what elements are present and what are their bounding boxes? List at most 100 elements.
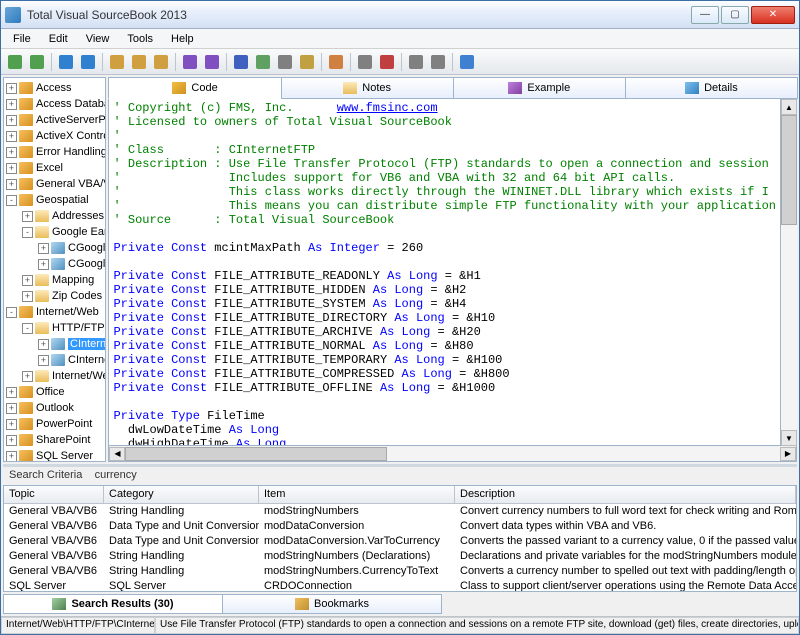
tree-node-internet-web[interactable]: -Internet/Web — [6, 304, 103, 320]
tree-expand-button[interactable]: - — [6, 307, 17, 318]
titlebar[interactable]: Total Visual SourceBook 2013 — ▢ ✕ — [1, 1, 799, 29]
menu-view[interactable]: View — [78, 31, 118, 47]
tree-node-access-databases[interactable]: +Access Databases — [6, 96, 103, 112]
menu-file[interactable]: File — [5, 31, 39, 47]
toolbar-plus-button[interactable] — [56, 52, 76, 72]
toolbar-edit-button[interactable] — [355, 52, 375, 72]
toolbar-delete-button[interactable] — [377, 52, 397, 72]
tree-expand-button[interactable]: + — [6, 99, 17, 110]
toolbar-export1-button[interactable] — [180, 52, 200, 72]
column-header-category[interactable]: Category — [104, 486, 259, 503]
tree-node-access[interactable]: +Access — [6, 80, 103, 96]
tree-node-excel[interactable]: +Excel — [6, 160, 103, 176]
tree-expand-button[interactable]: + — [22, 275, 33, 286]
toolbar-print-button[interactable] — [275, 52, 295, 72]
scroll-right-button[interactable]: ▶ — [780, 447, 796, 461]
horizontal-scrollbar[interactable]: ◀ ▶ — [108, 446, 797, 462]
toolbar-copy2-button[interactable] — [129, 52, 149, 72]
toolbar-new-button[interactable] — [253, 52, 273, 72]
tree-expand-button[interactable]: + — [6, 435, 17, 446]
scroll-track[interactable] — [781, 115, 797, 430]
column-header-topic[interactable]: Topic — [4, 486, 104, 503]
tree-expand-button[interactable]: - — [22, 227, 33, 238]
tab-details[interactable]: Details — [625, 77, 798, 99]
scroll-left-button[interactable]: ◀ — [109, 447, 125, 461]
tree-expand-button[interactable]: + — [22, 211, 33, 222]
toolbar-forward-button[interactable] — [27, 52, 47, 72]
scroll-down-button[interactable]: ▼ — [781, 430, 797, 446]
tree-node-activeserverpages[interactable]: +ActiveServerPages — [6, 112, 103, 128]
minimize-button[interactable]: — — [691, 6, 719, 24]
toolbar-copy1-button[interactable] — [107, 52, 127, 72]
tree-node-office[interactable]: +Office — [6, 384, 103, 400]
hscroll-thumb[interactable] — [125, 447, 387, 461]
toolbar-export2-button[interactable] — [202, 52, 222, 72]
tree-node-outlook[interactable]: +Outlook — [6, 400, 103, 416]
tree-expand-button[interactable]: + — [38, 339, 49, 350]
menu-tools[interactable]: Tools — [119, 31, 161, 47]
vertical-scrollbar[interactable]: ▲ ▼ — [781, 99, 797, 446]
toolbar-copy3-button[interactable] — [151, 52, 171, 72]
table-row[interactable]: General VBA/VB6String HandlingmodStringN… — [4, 504, 796, 519]
table-row[interactable]: General VBA/VB6String HandlingmodStringN… — [4, 564, 796, 579]
tree-expand-button[interactable]: + — [6, 147, 17, 158]
tree-node-addresses-and-distances[interactable]: +Addresses and Distances — [6, 208, 103, 224]
tree-expand-button[interactable]: + — [22, 291, 33, 302]
toolbar-minus-button[interactable] — [78, 52, 98, 72]
column-header-description[interactable]: Description — [455, 486, 796, 503]
tree-expand-button[interactable]: + — [6, 419, 17, 430]
maximize-button[interactable]: ▢ — [721, 6, 749, 24]
tab-bookmarks[interactable]: Bookmarks — [222, 594, 442, 614]
tree-expand-button[interactable]: + — [6, 403, 17, 414]
tree-node-cgoogleearthtour[interactable]: +CGoogleEarthTour — [6, 256, 103, 272]
toolbar-save-button[interactable] — [231, 52, 251, 72]
tree-node-cgoogleearthpoints[interactable]: +CGoogleEarthPoints — [6, 240, 103, 256]
tree-node-http-ftp[interactable]: -HTTP/FTP — [6, 320, 103, 336]
toolbar-cut-button[interactable] — [406, 52, 426, 72]
table-row[interactable]: General VBA/VB6String HandlingmodStringN… — [4, 549, 796, 564]
code-area[interactable]: ' Copyright (c) FMS, Inc. www.fmsinc.com… — [108, 99, 781, 446]
tab-notes[interactable]: Notes — [281, 77, 454, 99]
column-header-item[interactable]: Item — [259, 486, 455, 503]
tree-node-cinternethttp[interactable]: +CInternetHTTP — [6, 352, 103, 368]
tree-node-mapping[interactable]: +Mapping — [6, 272, 103, 288]
tree-node-error-handling[interactable]: +Error Handling — [6, 144, 103, 160]
tree-node-internet-web[interactable]: +Internet/Web — [6, 368, 103, 384]
tree-expand-button[interactable]: + — [6, 179, 17, 190]
tree-node-cinternetftp[interactable]: +CInternetFTP — [6, 336, 103, 352]
menu-help[interactable]: Help — [163, 31, 202, 47]
toolbar-bookmark-button[interactable] — [326, 52, 346, 72]
tree-node-powerpoint[interactable]: +PowerPoint — [6, 416, 103, 432]
tree-expand-button[interactable]: - — [6, 195, 17, 206]
hscroll-track[interactable] — [125, 447, 780, 461]
table-row[interactable]: General VBA/VB6Data Type and Unit Conver… — [4, 534, 796, 549]
toolbar-tool1-button[interactable] — [428, 52, 448, 72]
table-row[interactable]: SQL ServerSQL ServerCRDOConnectionClass … — [4, 579, 796, 591]
tree-expand-button[interactable]: + — [6, 451, 17, 462]
tab-example[interactable]: Example — [453, 77, 626, 99]
tree-expand-button[interactable]: - — [22, 323, 33, 334]
tree-node-google-earth[interactable]: -Google Earth — [6, 224, 103, 240]
toolbar-back-button[interactable] — [5, 52, 25, 72]
toolbar-find-button[interactable] — [297, 52, 317, 72]
tree-expand-button[interactable]: + — [38, 259, 49, 270]
tree-expand-button[interactable]: + — [38, 243, 49, 254]
scroll-up-button[interactable]: ▲ — [781, 99, 797, 115]
grid-body[interactable]: General VBA/VB6String HandlingmodStringN… — [4, 504, 796, 591]
tree-expand-button[interactable]: + — [38, 355, 49, 366]
tab-search-results[interactable]: Search Results (30) — [3, 594, 223, 614]
tree-node-sharepoint[interactable]: +SharePoint — [6, 432, 103, 448]
tree-expand-button[interactable]: + — [6, 115, 17, 126]
tree-node-activex-controls[interactable]: +ActiveX Controls — [6, 128, 103, 144]
tree-expand-button[interactable]: + — [6, 131, 17, 142]
tree-node-geospatial[interactable]: -Geospatial — [6, 192, 103, 208]
tree-node-general-vba-vb6[interactable]: +General VBA/VB6 — [6, 176, 103, 192]
code-link[interactable]: www.fmsinc.com — [337, 101, 438, 115]
toolbar-help-button[interactable] — [457, 52, 477, 72]
tree-expand-button[interactable]: + — [6, 163, 17, 174]
tree-panel[interactable]: +Access+Access Databases+ActiveServerPag… — [3, 77, 106, 462]
scroll-thumb[interactable] — [781, 115, 797, 225]
tree-expand-button[interactable]: + — [6, 387, 17, 398]
tree-expand-button[interactable]: + — [6, 83, 17, 94]
tab-code[interactable]: Code — [108, 77, 281, 99]
